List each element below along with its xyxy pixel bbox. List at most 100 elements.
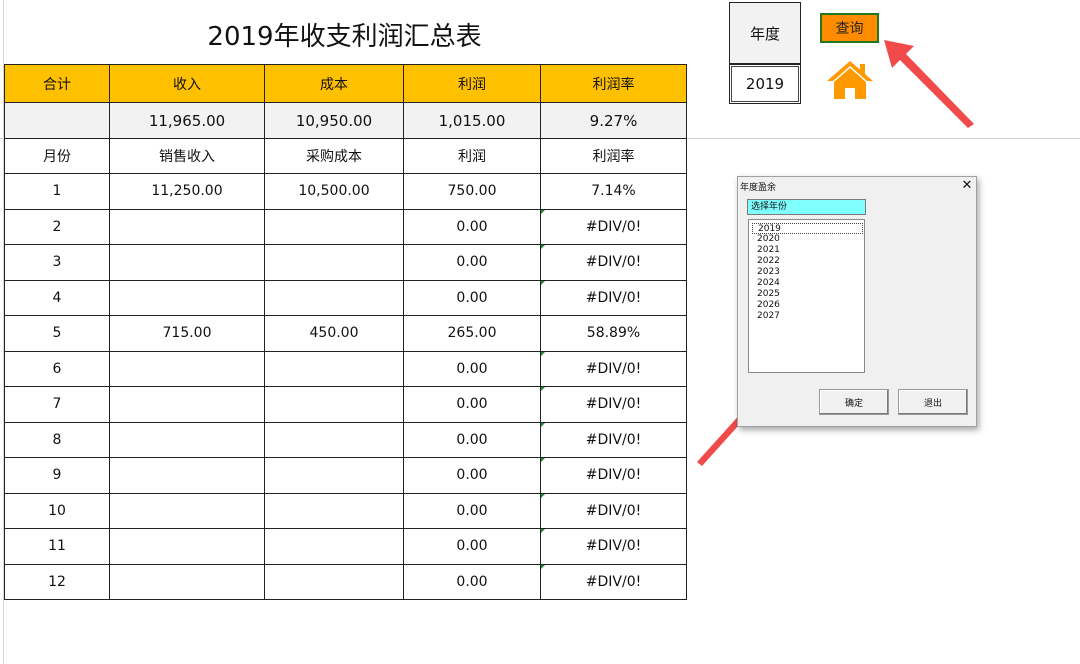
error-indicator-icon xyxy=(541,209,545,214)
table-cell[interactable]: 0.00 xyxy=(403,563,541,600)
header-cell[interactable]: 收入 xyxy=(109,64,265,103)
year-list-item[interactable]: 2023 xyxy=(755,267,863,278)
table-cell[interactable] xyxy=(109,492,265,529)
table-cell[interactable]: 265.00 xyxy=(403,315,541,352)
totals-cell[interactable]: 10,950.00 xyxy=(264,102,404,139)
table-cell[interactable]: #DIV/0! xyxy=(540,492,687,529)
table-cell[interactable] xyxy=(264,457,404,494)
table-cell[interactable]: #DIV/0! xyxy=(540,528,687,565)
table-cell[interactable]: #DIV/0! xyxy=(540,350,687,387)
header-cell[interactable]: 利润率 xyxy=(540,64,687,103)
table-cell[interactable] xyxy=(109,457,265,494)
table-cell[interactable]: 0.00 xyxy=(403,244,541,281)
year-list-item[interactable]: 2021 xyxy=(755,245,863,256)
table-cell[interactable]: #DIV/0! xyxy=(540,421,687,458)
totals-cell[interactable] xyxy=(4,102,110,139)
table-cell[interactable]: #DIV/0! xyxy=(540,208,687,245)
table-cell[interactable]: 0.00 xyxy=(403,528,541,565)
error-indicator-icon xyxy=(541,351,545,356)
table-row: 9 0.00 #DIV/0! xyxy=(4,457,687,494)
year-listbox[interactable]: 2019 2020 2021 2022 2023 2024 2025 2026 2027 xyxy=(748,219,865,373)
table-cell[interactable]: 58.89% xyxy=(540,315,687,352)
table-cell[interactable] xyxy=(109,421,265,458)
table-cell[interactable]: 0.00 xyxy=(403,492,541,529)
table-cell[interactable]: 5 xyxy=(4,315,110,352)
header-cell[interactable]: 利润 xyxy=(403,64,541,103)
table-cell[interactable] xyxy=(109,244,265,281)
year-list-item[interactable]: 2024 xyxy=(755,278,863,289)
table-cell[interactable]: #DIV/0! xyxy=(540,563,687,600)
table-cell[interactable]: 1 xyxy=(4,173,110,210)
year-list-item[interactable]: 2019 xyxy=(752,223,863,234)
year-value-cell[interactable]: 2019 xyxy=(729,64,801,104)
table-cell[interactable] xyxy=(264,528,404,565)
table-cell[interactable] xyxy=(109,528,265,565)
table-cell[interactable]: 12 xyxy=(4,563,110,600)
table-cell[interactable]: 9 xyxy=(4,457,110,494)
table-cell[interactable]: 3 xyxy=(4,244,110,281)
table-cell[interactable]: 11,250.00 xyxy=(109,173,265,210)
table-cell[interactable]: 0.00 xyxy=(403,457,541,494)
table-cell[interactable]: #DIV/0! xyxy=(540,279,687,316)
table-cell[interactable]: 715.00 xyxy=(109,315,265,352)
table-cell[interactable]: 10,500.00 xyxy=(264,173,404,210)
subheader-cell[interactable]: 月份 xyxy=(4,138,110,174)
year-list-item[interactable]: 2027 xyxy=(755,311,863,322)
totals-cell[interactable]: 1,015.00 xyxy=(403,102,541,139)
table-cell[interactable] xyxy=(264,421,404,458)
year-list-item[interactable]: 2025 xyxy=(755,289,863,300)
table-cell[interactable]: 6 xyxy=(4,350,110,387)
error-indicator-icon xyxy=(541,493,545,498)
table-cell[interactable]: 0.00 xyxy=(403,421,541,458)
totals-cell[interactable]: 11,965.00 xyxy=(109,102,265,139)
table-cell[interactable]: 0.00 xyxy=(403,279,541,316)
table-cell[interactable] xyxy=(109,386,265,423)
table-cell[interactable]: 11 xyxy=(4,528,110,565)
query-button[interactable]: 查询 xyxy=(820,13,879,43)
header-cell[interactable]: 成本 xyxy=(264,64,404,103)
pointer-arrow-icon xyxy=(884,40,974,128)
year-label-cell: 年度 xyxy=(729,2,801,64)
table-cell[interactable] xyxy=(264,563,404,600)
table-cell[interactable] xyxy=(264,386,404,423)
subheader-cell[interactable]: 利润 xyxy=(403,138,541,174)
table-cell[interactable]: 0.00 xyxy=(403,386,541,423)
table-cell[interactable]: 4 xyxy=(4,279,110,316)
table-cell[interactable]: #DIV/0! xyxy=(540,386,687,423)
table-cell[interactable]: 0.00 xyxy=(403,350,541,387)
table-cell[interactable]: 750.00 xyxy=(403,173,541,210)
table-cell[interactable]: 7 xyxy=(4,386,110,423)
table-cell[interactable] xyxy=(264,208,404,245)
table-cell[interactable] xyxy=(264,350,404,387)
totals-cell[interactable]: 9.27% xyxy=(540,102,687,139)
header-cell[interactable]: 合计 xyxy=(4,64,110,103)
table-cell[interactable]: 450.00 xyxy=(264,315,404,352)
table-cell[interactable]: 2 xyxy=(4,208,110,245)
close-icon[interactable]: ✕ xyxy=(960,179,974,193)
error-indicator-icon xyxy=(541,245,545,249)
year-value[interactable]: 2019 xyxy=(731,66,799,102)
exit-button[interactable]: 退出 xyxy=(898,389,968,415)
ok-button[interactable]: 确定 xyxy=(819,389,889,415)
table-cell[interactable]: 0.00 xyxy=(403,208,541,245)
table-cell[interactable] xyxy=(109,279,265,316)
table-cell[interactable] xyxy=(264,492,404,529)
error-indicator-icon xyxy=(541,564,545,569)
table-cell[interactable] xyxy=(109,208,265,245)
table-cell[interactable]: 7.14% xyxy=(540,173,687,210)
table-cell[interactable]: 8 xyxy=(4,421,110,458)
year-list-item[interactable]: 2022 xyxy=(755,256,863,267)
subheader-cell[interactable]: 销售收入 xyxy=(109,138,265,174)
table-cell[interactable] xyxy=(109,350,265,387)
home-icon[interactable] xyxy=(824,58,876,102)
subheader-cell[interactable]: 利润率 xyxy=(540,138,687,174)
table-cell[interactable] xyxy=(109,563,265,600)
table-cell[interactable] xyxy=(264,279,404,316)
table-cell[interactable]: #DIV/0! xyxy=(540,244,687,281)
table-cell[interactable]: 10 xyxy=(4,492,110,529)
table-cell[interactable]: #DIV/0! xyxy=(540,457,687,494)
year-list-item[interactable]: 2020 xyxy=(755,234,863,245)
table-cell[interactable] xyxy=(264,244,404,281)
subheader-cell[interactable]: 采购成本 xyxy=(264,138,404,174)
year-list-item[interactable]: 2026 xyxy=(755,300,863,311)
